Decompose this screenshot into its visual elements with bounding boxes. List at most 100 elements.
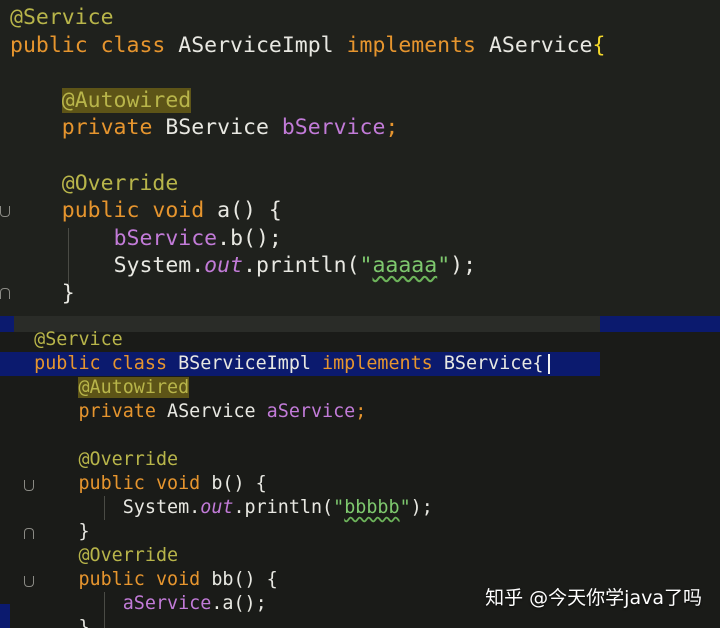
code-line[interactable]: public void a() { — [10, 197, 282, 225]
code-token: private — [78, 401, 168, 422]
code-token: ; — [355, 401, 367, 422]
code-token: implements — [322, 353, 444, 374]
code-token: a — [217, 198, 231, 224]
code-token: () { — [233, 569, 278, 590]
code-token: bbbbb — [344, 497, 400, 518]
code-token: AService — [167, 401, 267, 422]
code-token: .b(); — [217, 225, 282, 251]
code-line[interactable]: } — [12, 616, 90, 628]
code-token: @Service — [34, 329, 123, 350]
code-token: } — [61, 281, 75, 306]
code-token: @Override — [61, 170, 179, 196]
code-token: private — [61, 115, 166, 141]
code-line[interactable]: public void b() { — [12, 472, 267, 496]
code-token: public void — [61, 198, 218, 224]
code-token: @Override — [78, 449, 179, 470]
code-line[interactable]: @Override — [10, 170, 179, 198]
gutter-marker — [0, 604, 10, 628]
code-token: @Override — [78, 545, 179, 566]
code-line[interactable]: @Override — [12, 448, 178, 472]
fold-marker-icon[interactable] — [24, 576, 34, 587]
code-token: implements — [346, 32, 489, 58]
code-token: AServiceImpl — [178, 32, 347, 58]
code-token: () { — [230, 198, 282, 224]
code-token: public void — [78, 569, 212, 590]
code-line[interactable]: @Autowired — [10, 87, 192, 115]
code-line[interactable]: @Autowired — [12, 376, 190, 400]
code-token: aService — [266, 401, 356, 422]
code-line[interactable]: System.out.println("bbbbb"); — [12, 496, 433, 520]
code-token: } — [78, 617, 90, 628]
code-token: @Autowired — [78, 377, 190, 398]
code-token: public class — [34, 353, 179, 374]
code-line[interactable]: bService.b(); — [10, 225, 282, 253]
code-token: BService — [165, 115, 282, 141]
code-token: out — [200, 497, 234, 518]
code-line[interactable]: @Override — [12, 544, 178, 568]
code-token: public void — [78, 473, 212, 494]
code-line[interactable]: public class AServiceImpl implements ASe… — [10, 32, 605, 60]
code-line[interactable]: } — [10, 280, 75, 308]
editor-panel-bserviceimpl[interactable]: @Service public class BServiceImpl imple… — [0, 316, 720, 628]
code-token: public class — [10, 32, 179, 58]
editor-panel-aserviceimpl[interactable]: @Service public class AServiceImpl implem… — [0, 0, 720, 316]
indent-guide — [104, 496, 105, 520]
code-line[interactable]: System.out.println("aaaaa"); — [10, 252, 476, 280]
code-token: () { — [222, 473, 267, 494]
code-token: @Service — [10, 5, 114, 30]
code-token: " — [437, 253, 451, 279]
code-token: BServiceImpl — [178, 353, 323, 374]
code-token: { — [532, 353, 544, 374]
code-token: } — [78, 521, 90, 542]
code-token: " — [359, 253, 373, 279]
code-token: System. — [113, 253, 205, 279]
code-token: @Autowired — [61, 87, 192, 113]
indent-guide — [104, 592, 105, 628]
code-token: aaaaa — [372, 253, 438, 279]
code-token: .println( — [243, 253, 360, 279]
code-line[interactable]: @Service — [10, 4, 114, 32]
code-token: ; — [385, 115, 399, 141]
code-token: .a(); — [211, 593, 267, 614]
code-token: System. — [122, 497, 201, 518]
code-token: bService — [281, 115, 386, 141]
code-token: BService — [443, 353, 533, 374]
code-token: " — [399, 497, 411, 518]
fold-marker-icon[interactable] — [0, 206, 10, 217]
code-line[interactable]: private AService aService; — [12, 400, 366, 424]
watermark: 知乎 @今天你学java了吗 — [485, 587, 702, 609]
code-token: .println( — [233, 497, 334, 518]
fold-marker-icon[interactable] — [24, 480, 34, 491]
fold-marker-icon[interactable] — [24, 528, 34, 539]
code-token: out — [204, 253, 244, 279]
code-token: ); — [410, 497, 433, 518]
code-line[interactable]: public void bb() { — [12, 568, 278, 592]
code-line[interactable]: aService.a(); — [12, 592, 267, 616]
code-token: aService — [122, 593, 212, 614]
fold-marker-icon[interactable] — [0, 288, 10, 299]
code-line[interactable]: public class BServiceImpl implements BSe… — [12, 352, 543, 376]
code-line[interactable]: @Service — [12, 328, 123, 352]
code-token: bService — [113, 225, 218, 251]
code-line[interactable]: private BService bService; — [10, 114, 399, 142]
code-token: bb — [211, 569, 234, 590]
